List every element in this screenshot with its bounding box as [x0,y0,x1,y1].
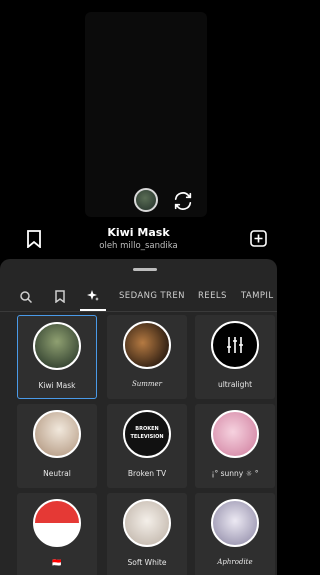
camera-flip-icon[interactable] [172,190,194,212]
effect-card[interactable]: 🇮🇩 [17,493,97,575]
broken-tv-logo-text: BROKEN TELEVISION [130,426,164,440]
effect-label: Kiwi Mask [38,381,76,390]
effect-avatar-icon[interactable] [134,188,158,212]
effect-card[interactable]: Kiwi Mask [17,315,97,399]
effect-label: Aphrodite [217,558,253,566]
tab-tampil[interactable]: TAMPIL [241,283,273,311]
effect-label: 🇮🇩 [52,558,62,567]
sheet-drag-handle[interactable] [133,268,157,271]
camera-preview [85,12,207,217]
tab-sedang-tren[interactable]: SEDANG TREN [119,283,185,311]
effect-thumbnail [33,410,81,458]
tab-search[interactable] [18,283,34,311]
sparkle-icon [87,290,99,301]
tab-saved[interactable] [52,283,68,311]
effect-label: Neutral [43,469,71,478]
effect-label: ultralight [217,380,253,389]
effect-thumbnail [211,410,259,458]
effects-sheet: SEDANG TREN REELS TAMPIL Kiwi Mask Summe… [0,259,277,575]
effect-card[interactable]: ¡° sunny ☼ ° [195,404,275,488]
add-to-gallery-icon[interactable] [250,230,267,247]
effect-thumbnail [211,321,259,369]
effect-label: ¡° sunny ☼ ° [211,469,259,478]
tab-effects[interactable] [80,283,106,311]
effect-name: Kiwi Mask [107,226,170,239]
sliders-icon [227,337,243,353]
effect-thumbnail [33,322,81,370]
effect-card[interactable]: Soft White [107,493,187,575]
effect-card[interactable]: ultralight [195,315,275,399]
effect-card[interactable]: Summer [107,315,187,399]
effect-thumbnail [211,499,259,547]
effect-card[interactable]: Aphrodite [195,493,275,575]
effect-label: Soft White [127,558,167,567]
effect-tabs: SEDANG TREN REELS TAMPIL [0,283,277,312]
tab-reels[interactable]: REELS [198,283,227,311]
bookmark-icon [55,290,65,303]
effect-card[interactable]: Neutral [17,404,97,488]
effect-label: Summer [131,380,163,388]
effect-thumbnail [123,499,171,547]
effect-label: Broken TV [127,469,167,478]
effect-author[interactable]: oleh millo_sandika [0,241,277,251]
effect-card[interactable]: BROKEN TELEVISION Broken TV [107,404,187,488]
effect-thumbnail [33,499,81,547]
search-icon [20,291,32,303]
effect-thumbnail [123,321,171,369]
effect-thumbnail: BROKEN TELEVISION [123,410,171,458]
